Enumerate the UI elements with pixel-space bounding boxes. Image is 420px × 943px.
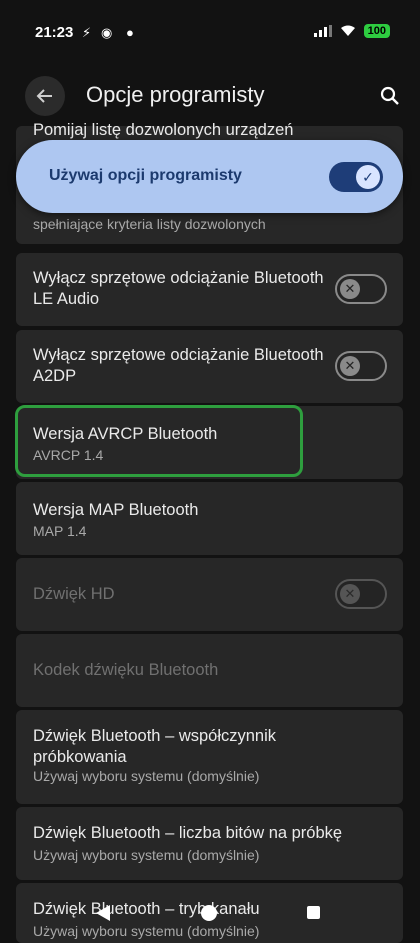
setting-item-sample-rate[interactable]: Dźwięk Bluetooth – współczynnik próbkowa… bbox=[16, 710, 403, 804]
setting-label: Wyłącz sprzętowe odciążanie Bluetooth LE… bbox=[33, 269, 324, 308]
master-switch-label: Używaj opcji programisty bbox=[49, 167, 242, 184]
setting-summary: Używaj wyboru systemu (domyślnie) bbox=[33, 847, 260, 863]
setting-summary: Używaj wyboru systemu (domyślnie) bbox=[33, 768, 260, 784]
developer-options-master-switch[interactable]: Używaj opcji programisty ✓ bbox=[16, 140, 403, 213]
nav-back-icon[interactable] bbox=[96, 905, 110, 921]
setting-item-bits-per-sample[interactable]: Dźwięk Bluetooth – liczba bitów na próbk… bbox=[16, 807, 403, 880]
master-toggle[interactable]: ✓ bbox=[329, 162, 383, 192]
setting-label: Kodek dźwięku Bluetooth bbox=[33, 661, 219, 679]
check-icon: ✓ bbox=[356, 165, 380, 189]
setting-item-map-version[interactable]: Wersja MAP Bluetooth MAP 1.4 bbox=[16, 482, 403, 555]
close-icon: ✕ bbox=[340, 356, 360, 376]
setting-label: Dźwięk HD bbox=[33, 585, 115, 603]
navigation-bar bbox=[0, 887, 420, 937]
setting-summary: spełniające kryteria listy dozwolonych bbox=[33, 216, 266, 232]
a2dp-offload-toggle[interactable]: ✕ bbox=[335, 351, 387, 381]
nav-home-icon[interactable] bbox=[201, 905, 217, 921]
nav-recents-icon[interactable] bbox=[307, 906, 320, 919]
close-icon: ✕ bbox=[340, 584, 360, 604]
setting-item-bluetooth-codec: Kodek dźwięku Bluetooth bbox=[16, 634, 403, 707]
le-audio-offload-toggle[interactable]: ✕ bbox=[335, 274, 387, 304]
setting-item-hd-audio: Dźwięk HD ✕ bbox=[16, 558, 403, 631]
hd-audio-toggle: ✕ bbox=[335, 579, 387, 609]
focus-highlight bbox=[15, 405, 303, 477]
setting-label: Wersja MAP Bluetooth bbox=[33, 501, 199, 519]
setting-label: Dźwięk Bluetooth – współczynnik próbkowa… bbox=[33, 727, 277, 766]
setting-item-le-audio-offload[interactable]: Wyłącz sprzętowe odciążanie Bluetooth LE… bbox=[16, 253, 403, 326]
setting-label: Dźwięk Bluetooth – liczba bitów na próbk… bbox=[33, 824, 343, 842]
setting-label: Pomijaj listę dozwolonych urządzeń bbox=[33, 121, 294, 139]
setting-label: Wyłącz sprzętowe odciążanie Bluetooth A2… bbox=[33, 346, 324, 385]
setting-summary: MAP 1.4 bbox=[33, 523, 87, 539]
setting-item-a2dp-offload[interactable]: Wyłącz sprzętowe odciążanie Bluetooth A2… bbox=[16, 330, 403, 403]
close-icon: ✕ bbox=[340, 279, 360, 299]
